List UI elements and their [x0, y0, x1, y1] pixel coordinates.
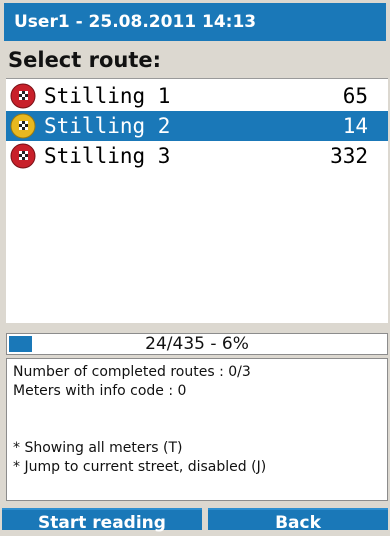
route-row-1[interactable]: Stilling 1 65 [6, 81, 388, 111]
red-checkered-flag-icon [10, 143, 36, 169]
page-title: Select route: [8, 48, 162, 72]
back-button[interactable]: Back [208, 508, 388, 533]
route-name: Stilling 2 [44, 114, 171, 138]
route-count: 332 [330, 144, 368, 168]
showing-all-text: * Showing all meters (T) [13, 440, 183, 456]
route-row-3[interactable]: Stilling 3 332 [6, 141, 388, 171]
route-list[interactable]: Stilling 1 65 Stilling 2 14 Stilling 3 3… [6, 78, 388, 323]
jump-street-text: * Jump to current street, disabled (J) [13, 459, 267, 475]
route-count: 14 [342, 114, 368, 138]
title-bar: User1 - 25.08.2011 14:13 [4, 3, 386, 41]
route-row-2[interactable]: Stilling 2 14 [6, 111, 388, 141]
route-name: Stilling 1 [44, 84, 171, 108]
yellow-checkered-flag-icon [10, 113, 36, 139]
info-code-text: Meters with info code : 0 [13, 383, 187, 399]
start-reading-button[interactable]: Start reading [2, 508, 202, 533]
red-checkered-flag-icon [10, 83, 36, 109]
route-count: 65 [342, 84, 368, 108]
progress-label: 24/435 - 6% [145, 334, 249, 354]
progress-bar: 24/435 - 6% [6, 333, 388, 355]
completed-routes-text: Number of completed routes : 0/3 [13, 364, 251, 380]
route-name: Stilling 3 [44, 144, 171, 168]
info-panel: Number of completed routes : 0/3 Meters … [6, 358, 388, 501]
